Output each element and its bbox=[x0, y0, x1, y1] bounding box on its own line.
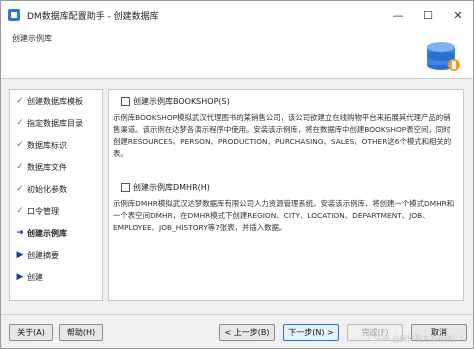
check-icon: ✓ bbox=[16, 206, 24, 216]
step-label: 指定数据库目录 bbox=[27, 118, 83, 128]
step-item: ✓ 数据库标识 bbox=[10, 134, 104, 156]
dmhr-description: 示例库DMHR模拟武汉达梦数据库有限公司人力资源管理系统。安装该示例库，将创建一… bbox=[113, 199, 455, 232]
bookshop-label: 创建示例库BOOKSHOP(S) bbox=[133, 97, 230, 106]
installer-window: DM数据库配置助手 - 创建数据库 — ☐ ✕ 创建示例库 ✓ 创建数据库模板 ✓… bbox=[0, 0, 474, 349]
window-title: DM数据库配置助手 - 创建数据库 bbox=[27, 11, 159, 22]
maximize-icon[interactable]: ☐ bbox=[413, 1, 443, 29]
about-button[interactable]: 关于(A) bbox=[9, 324, 53, 341]
content-panel: 创建示例库BOOKSHOP(S) 示例库BOOKSHOP模拟武汉代理图书的某销售… bbox=[108, 89, 464, 301]
step-label: 数据库文件 bbox=[27, 162, 67, 172]
dmhr-checkbox[interactable]: 创建示例库DMHR(H) bbox=[121, 182, 210, 193]
title-bar: DM数据库配置助手 - 创建数据库 — ☐ ✕ bbox=[1, 1, 473, 29]
step-label: 创建数据库模板 bbox=[27, 96, 83, 106]
checkbox-box[interactable] bbox=[121, 97, 130, 106]
dm-app-icon bbox=[7, 8, 21, 22]
close-icon[interactable]: ✕ bbox=[443, 1, 473, 29]
step-label: 数据库标识 bbox=[27, 140, 67, 150]
bookshop-checkbox[interactable]: 创建示例库BOOKSHOP(S) bbox=[121, 96, 230, 107]
step-item: ▶ 创建 bbox=[10, 266, 104, 288]
step-item-current: ➜ 创建示例库 bbox=[10, 222, 104, 244]
check-icon: ✓ bbox=[16, 140, 24, 150]
step-item: ✓ 指定数据库目录 bbox=[10, 112, 104, 134]
page-title: 创建示例库 bbox=[12, 34, 52, 43]
database-icon bbox=[427, 42, 460, 71]
check-icon: ✓ bbox=[16, 184, 24, 194]
triangle-right-icon: ▶ bbox=[16, 272, 24, 282]
step-label: 创建 bbox=[27, 272, 43, 282]
page-header bbox=[1, 29, 473, 79]
steps-sidebar: ✓ 创建数据库模板 ✓ 指定数据库目录 ✓ 数据库标识 ✓ 数据库文件 ✓ 初始化参数 ✓… bbox=[9, 89, 103, 301]
check-icon: ✓ bbox=[16, 118, 24, 128]
prev-button[interactable]: < 上一步(B) bbox=[219, 324, 275, 341]
help-button[interactable]: 帮助(H) bbox=[59, 324, 103, 341]
checkbox-box[interactable] bbox=[121, 183, 130, 192]
step-item: ✓ 口令管理 bbox=[10, 200, 104, 222]
triangle-right-icon: ▶ bbox=[16, 250, 24, 260]
check-icon: ✓ bbox=[16, 162, 24, 172]
step-item: ✓ 数据库文件 bbox=[10, 156, 104, 178]
check-icon: ✓ bbox=[16, 96, 24, 106]
step-label: 创建摘要 bbox=[27, 250, 59, 260]
next-button[interactable]: 下一步(N) > bbox=[283, 324, 339, 341]
watermark: CSDN @保护我方发际线！！ bbox=[368, 334, 467, 343]
arrow-right-icon: ➜ bbox=[16, 228, 24, 238]
step-label: 创建示例库 bbox=[27, 228, 67, 238]
step-item: ✓ 创建数据库模板 bbox=[10, 90, 104, 112]
step-label: 口令管理 bbox=[27, 206, 59, 216]
minimize-icon[interactable]: — bbox=[383, 1, 413, 29]
dmhr-label: 创建示例库DMHR(H) bbox=[133, 183, 210, 192]
footer-divider bbox=[1, 314, 473, 315]
step-item: ✓ 初始化参数 bbox=[10, 178, 104, 200]
step-item: ▶ 创建摘要 bbox=[10, 244, 104, 266]
step-label: 初始化参数 bbox=[27, 184, 67, 194]
bookshop-description: 示例库BOOKSHOP模拟武汉代理图书的某销售公司，该公司欲建立在线购物平台来拓… bbox=[113, 113, 452, 158]
